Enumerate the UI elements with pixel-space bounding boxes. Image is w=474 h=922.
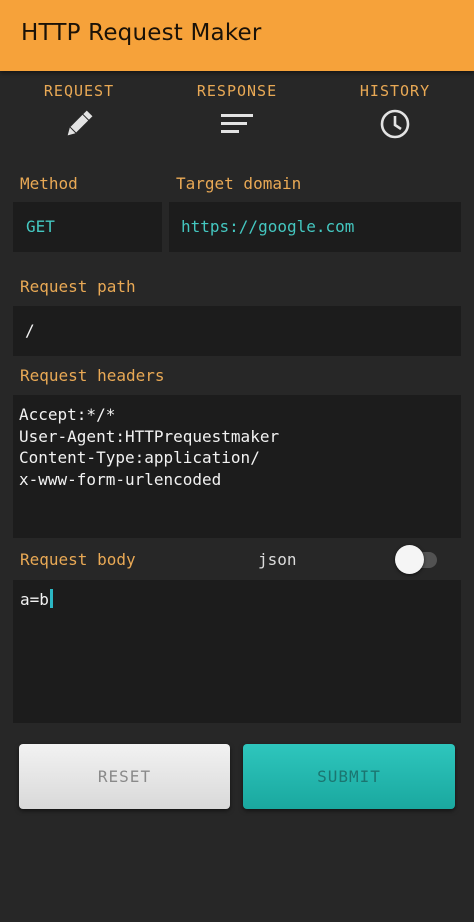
request-path-value: / — [25, 321, 35, 340]
app-bar: HTTP Request Maker — [0, 0, 474, 71]
clock-icon — [377, 106, 413, 146]
lines-icon — [219, 106, 255, 146]
method-value: GET — [26, 217, 55, 236]
request-body-content: a=b — [20, 589, 53, 609]
request-body-field[interactable]: a=b — [13, 580, 461, 723]
json-toggle-thumb — [395, 545, 424, 574]
request-path-label: Request path — [20, 277, 136, 296]
reset-button[interactable]: RESET — [19, 744, 230, 809]
text-cursor — [49, 589, 53, 608]
target-domain-field[interactable]: https://google.com — [169, 202, 461, 252]
submit-button[interactable]: SUBMIT — [243, 744, 455, 809]
app-title: HTTP Request Maker — [21, 20, 262, 46]
target-domain-value: https://google.com — [181, 217, 355, 236]
request-headers-value: Accept:*/* User-Agent:HTTPrequestmaker C… — [19, 405, 280, 489]
target-domain-label: Target domain — [176, 174, 302, 193]
tab-history-label: HISTORY — [359, 82, 431, 100]
tab-history[interactable]: HISTORY — [325, 80, 465, 144]
tab-request[interactable]: REQUEST — [9, 80, 149, 144]
request-headers-label: Request headers — [20, 366, 165, 385]
method-label: Method — [20, 174, 78, 193]
request-body-label: Request body — [20, 550, 136, 569]
tab-request-label: REQUEST — [43, 82, 115, 100]
request-path-field[interactable]: / — [13, 306, 461, 356]
json-label: json — [258, 550, 297, 569]
request-body-value: a=b — [20, 590, 49, 609]
tab-response-label: RESPONSE — [196, 82, 278, 100]
method-field[interactable]: GET — [13, 202, 162, 252]
tab-response[interactable]: RESPONSE — [167, 80, 307, 144]
pencil-icon — [61, 106, 97, 146]
